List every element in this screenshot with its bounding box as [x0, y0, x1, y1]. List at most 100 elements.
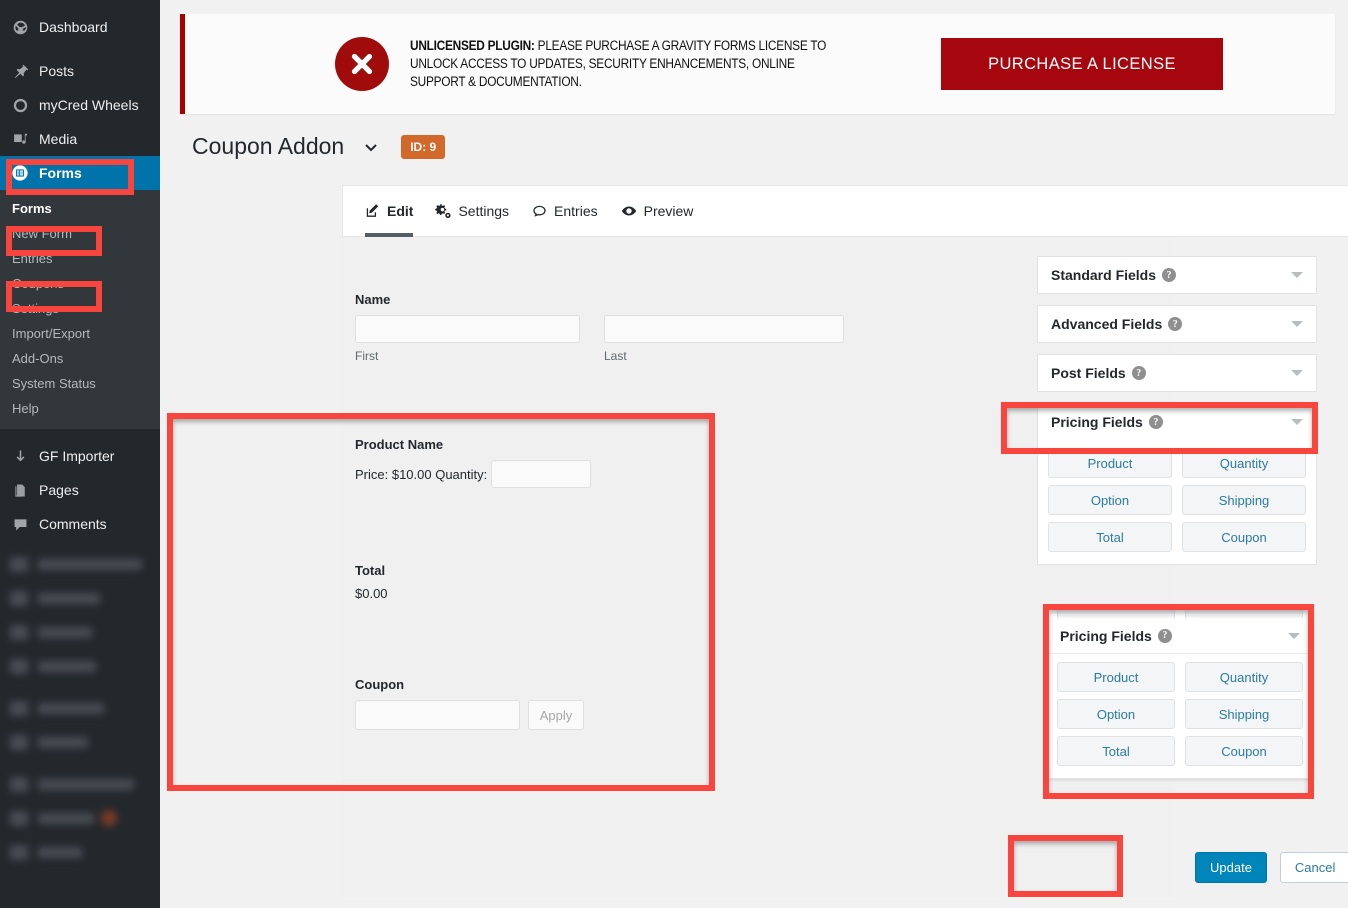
panel-pricing-fields-zoomed[interactable]: Pricing Fields ? Product Quantity Option…: [1046, 608, 1314, 779]
panel-title: Advanced Fields: [1051, 316, 1162, 332]
panel-header[interactable]: Standard Fields ?: [1038, 257, 1316, 293]
apply-coupon-button[interactable]: Apply: [528, 700, 584, 730]
tab-entries[interactable]: Entries: [531, 185, 598, 237]
field-button-quantity[interactable]: Quantity: [1182, 448, 1306, 478]
panel-pricing-fields[interactable]: Pricing Fields ? Product Quantity Option…: [1037, 403, 1317, 565]
quantity-input[interactable]: [491, 460, 591, 488]
panel-advanced-fields[interactable]: Advanced Fields ?: [1037, 305, 1317, 343]
notice-message: UNLICENSED PLUGIN: PLEASE PURCHASE A GRA…: [410, 37, 832, 91]
sidebar-item-posts[interactable]: Posts: [0, 54, 160, 88]
blurred-menu-item: [0, 615, 160, 649]
field-button-product[interactable]: Product: [1048, 448, 1172, 478]
field-button-quantity[interactable]: Quantity: [1185, 662, 1303, 692]
update-button[interactable]: Update: [1195, 852, 1267, 883]
form-actions: Update Cancel Move to Trash: [1195, 843, 1348, 891]
panel-standard-fields[interactable]: Standard Fields ?: [1037, 256, 1317, 294]
field-button-coupon[interactable]: Coupon: [1182, 522, 1306, 552]
chevron-down-icon[interactable]: [361, 137, 381, 157]
field-button-shipping[interactable]: Shipping: [1182, 485, 1306, 515]
tab-label: Entries: [554, 203, 598, 219]
error-x-icon: [335, 37, 389, 91]
panel-header[interactable]: Post Fields ?: [1038, 355, 1316, 391]
submenu-heading-forms[interactable]: Forms: [0, 196, 160, 221]
pages-icon: [10, 480, 30, 500]
submenu-item-import-export[interactable]: Import/Export: [0, 321, 160, 346]
sidebar-item-label: Pages: [39, 482, 79, 498]
circle-icon: [10, 95, 30, 115]
comment-icon: [531, 203, 548, 220]
blurred-menu-item: [0, 835, 160, 869]
admin-sidebar: Dashboard Posts myCred Wheels: [0, 0, 160, 908]
overlay-peek-row: [1047, 609, 1313, 618]
sidebar-item-dashboard[interactable]: Dashboard: [0, 10, 160, 44]
forms-icon: [10, 163, 30, 183]
submenu-item-coupons[interactable]: Coupons: [0, 271, 160, 296]
last-name-input[interactable]: [604, 315, 844, 343]
help-icon[interactable]: ?: [1158, 629, 1172, 643]
chevron-down-icon[interactable]: [1291, 272, 1303, 278]
tab-label: Settings: [458, 203, 509, 219]
page-title: Coupon Addon: [192, 133, 344, 160]
sidebar-item-forms[interactable]: Forms: [0, 156, 160, 190]
cancel-button[interactable]: Cancel: [1280, 852, 1348, 883]
submenu-item-new-form[interactable]: New Form: [0, 221, 160, 246]
submenu-item-entries[interactable]: Entries: [0, 246, 160, 271]
sidebar-item-pages[interactable]: Pages: [0, 473, 160, 507]
sidebar-item-label: Media: [39, 131, 77, 147]
pin-icon: [10, 61, 30, 81]
submenu-item-help[interactable]: Help: [0, 396, 160, 421]
last-name-sublabel: Last: [604, 349, 829, 363]
chevron-down-icon[interactable]: [1291, 321, 1303, 327]
submenu-item-settings[interactable]: Settings: [0, 296, 160, 321]
field-label: Coupon: [355, 677, 1162, 692]
sidebar-item-label: GF Importer: [39, 448, 114, 464]
sidebar-item-mycred-wheels[interactable]: myCred Wheels: [0, 88, 160, 122]
sidebar-item-comments[interactable]: Comments: [0, 507, 160, 541]
submenu-item-add-ons[interactable]: Add-Ons: [0, 346, 160, 371]
sidebar-item-media[interactable]: Media: [0, 122, 160, 156]
field-button-shipping[interactable]: Shipping: [1185, 699, 1303, 729]
tab-label: Edit: [387, 203, 413, 219]
field-total[interactable]: Total $0.00: [342, 563, 1175, 601]
form-tabbar: Edit Settings Entries: [342, 185, 1348, 237]
sidebar-item-gf-importer[interactable]: GF Importer: [0, 439, 160, 473]
help-icon[interactable]: ?: [1149, 415, 1163, 429]
field-button-coupon[interactable]: Coupon: [1185, 736, 1303, 766]
tab-preview[interactable]: Preview: [620, 185, 694, 237]
panel-post-fields[interactable]: Post Fields ?: [1037, 354, 1317, 392]
purchase-license-button[interactable]: PURCHASE A LICENSE: [941, 38, 1223, 90]
media-icon: [10, 129, 30, 149]
tab-edit[interactable]: Edit: [365, 185, 413, 237]
sidebar-item-label: Dashboard: [39, 19, 108, 35]
help-icon[interactable]: ?: [1162, 268, 1176, 282]
pencil-square-icon: [365, 203, 381, 219]
coupon-code-input[interactable]: [355, 700, 520, 730]
panel-header[interactable]: Advanced Fields ?: [1038, 306, 1316, 342]
field-button-total[interactable]: Total: [1048, 522, 1172, 552]
notice-strong: UNLICENSED PLUGIN:: [410, 38, 535, 53]
blurred-menu-item: [0, 581, 160, 615]
panel-title: Pricing Fields: [1051, 414, 1143, 430]
panel-header[interactable]: Pricing Fields ?: [1038, 404, 1316, 440]
chevron-down-icon[interactable]: [1291, 419, 1303, 425]
dashboard-icon: [10, 17, 30, 37]
tab-label: Preview: [644, 203, 694, 219]
product-price-text: Price: $10.00 Quantity:: [355, 467, 487, 482]
field-button-product[interactable]: Product: [1057, 662, 1175, 692]
chevron-down-icon[interactable]: [1288, 633, 1300, 639]
field-button-option[interactable]: Option: [1048, 485, 1172, 515]
submenu-item-system-status[interactable]: System Status: [0, 371, 160, 396]
field-button-total[interactable]: Total: [1057, 736, 1175, 766]
panel-title: Post Fields: [1051, 365, 1126, 381]
blurred-menu-item: [0, 725, 160, 759]
help-icon[interactable]: ?: [1168, 317, 1182, 331]
help-icon[interactable]: ?: [1132, 366, 1146, 380]
total-amount: $0.00: [355, 586, 1162, 601]
panel-header[interactable]: Pricing Fields ?: [1047, 618, 1313, 654]
gears-icon: [435, 203, 452, 220]
first-name-input[interactable]: [355, 315, 580, 343]
blurred-menu-group: [0, 547, 160, 869]
field-button-option[interactable]: Option: [1057, 699, 1175, 729]
chevron-down-icon[interactable]: [1291, 370, 1303, 376]
tab-settings[interactable]: Settings: [435, 185, 509, 237]
